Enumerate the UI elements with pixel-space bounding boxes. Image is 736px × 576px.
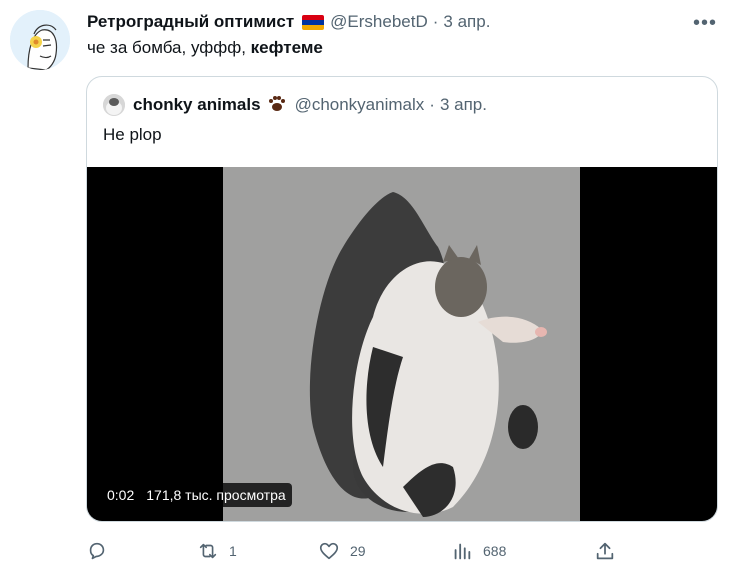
video-info-badge: 0:02 171,8 тыс. просмотра [101,483,292,507]
quote-avatar-drawing [103,94,125,116]
video-frame [223,167,580,521]
tweet-text: че за бомба, уффф, кефтеме [87,38,323,58]
reply-button[interactable] [86,538,118,564]
like-icon [319,542,339,560]
share-icon [596,542,614,560]
author-name[interactable]: Ретроградный оптимист [87,12,294,32]
views-button[interactable]: 688 [451,538,506,564]
share-button[interactable] [594,538,616,564]
more-icon[interactable]: ••• [693,12,717,35]
tweet-text-plain: че за бомба, уффф, [87,38,251,57]
quote-date[interactable]: 3 апр. [440,95,487,115]
flag-armenia-icon [302,14,325,30]
tweet-header: Ретроградный оптимист @ErshebetD · 3 апр… [87,11,490,33]
quote-author-handle[interactable]: @chonkyanimalx [295,95,425,115]
quote-separator: · [429,95,435,114]
tweet-text-bold[interactable]: кефтеме [251,38,323,57]
retweet-icon [199,543,217,559]
tweet-date[interactable]: 3 апр. [443,12,490,32]
quote-author-name[interactable]: chonky animals [133,95,261,115]
retweet-count: 1 [229,543,237,559]
avatar-drawing [10,10,70,70]
quote-text: He plop [103,125,162,144]
reply-icon [89,542,105,560]
view-count: 688 [483,543,507,559]
retweet-button[interactable]: 1 [197,538,237,564]
video-views: 171,8 тыс. просмотра [146,487,286,503]
video-player[interactable]: 0:02 171,8 тыс. просмотра [87,167,717,521]
quoted-tweet[interactable]: chonky animals @chonkyanimalx · 3 апр. H… [86,76,718,522]
quote-avatar[interactable] [103,94,125,116]
action-bar: 1 29 688 [86,538,718,564]
like-button[interactable]: 29 [318,538,366,564]
author-handle[interactable]: @ErshebetD [330,12,428,32]
like-count: 29 [350,543,366,559]
separator: · [432,12,439,31]
video-time: 0:02 [107,487,135,503]
views-icon [454,543,471,560]
quote-header: chonky animals @chonkyanimalx · 3 апр. [103,93,487,117]
paw-icon [267,93,287,118]
author-avatar[interactable] [10,10,70,70]
